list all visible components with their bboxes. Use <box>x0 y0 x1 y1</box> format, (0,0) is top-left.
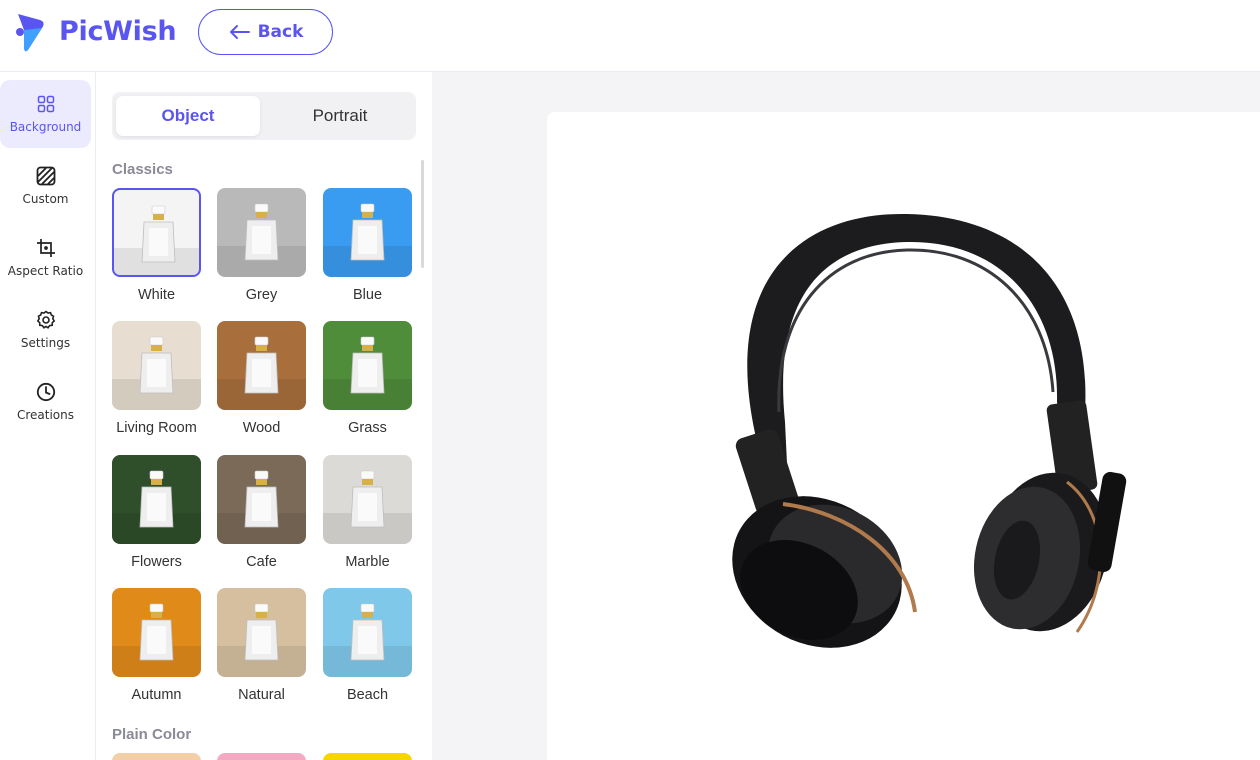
section-title-classics: Classics <box>112 161 173 178</box>
canvas-area <box>432 72 1260 760</box>
arrow-left-icon <box>229 25 250 39</box>
background-thumbnail <box>217 588 306 677</box>
background-tile-autumn[interactable]: Autumn <box>112 588 201 703</box>
back-button-label: Back <box>257 22 304 42</box>
picwish-logo-icon <box>14 10 48 52</box>
background-tile-beach[interactable]: Beach <box>323 588 412 703</box>
background-tile-label: Flowers <box>131 554 182 570</box>
background-tile-wood[interactable]: Wood <box>217 321 306 436</box>
background-tile-label: Cafe <box>246 554 277 570</box>
background-tile-marble[interactable]: Marble <box>323 455 412 570</box>
background-thumbnail <box>323 455 412 544</box>
background-tile-label: Grass <box>348 420 387 436</box>
background-thumbnail <box>112 321 201 410</box>
background-tile-label: Beach <box>346 687 389 703</box>
sidebar-item-aspect-ratio[interactable]: Aspect Ratio <box>0 224 91 292</box>
plain-color-swatch[interactable] <box>217 753 306 760</box>
side-navigation: Background Custom Aspect Ratio Settings <box>0 72 96 760</box>
background-tile-flowers[interactable]: Flowers <box>112 455 201 570</box>
tab-object[interactable]: Object <box>116 96 260 136</box>
background-thumbnail <box>217 321 306 410</box>
top-bar: PicWish Back <box>0 0 1260 72</box>
object-portrait-toggle: Object Portrait <box>112 92 416 140</box>
clock-icon <box>36 382 56 402</box>
background-tile-label: Marble <box>345 554 390 570</box>
background-thumbnail <box>323 588 412 677</box>
app-logo[interactable]: PicWish <box>14 10 177 52</box>
sidebar-item-custom[interactable]: Custom <box>0 152 91 220</box>
background-tile-label: Autumn <box>131 687 182 703</box>
background-panel: Object Portrait Classics White Grey Blue Li… <box>96 72 432 760</box>
plain-color-swatch[interactable] <box>323 753 412 760</box>
plain-color-swatch[interactable] <box>112 753 201 760</box>
panel-scrollbar[interactable] <box>421 160 424 268</box>
background-thumbnail <box>217 188 306 277</box>
background-thumbnail <box>217 455 306 544</box>
background-tile-label: Blue <box>352 287 383 303</box>
sidebar-item-label: Creations <box>16 408 75 422</box>
tab-portrait[interactable]: Portrait <box>268 96 412 136</box>
sidebar-item-creations[interactable]: Creations <box>0 368 91 436</box>
background-tile-grass[interactable]: Grass <box>323 321 412 436</box>
background-thumbnail <box>323 188 412 277</box>
background-tile-label: Grey <box>245 287 278 303</box>
section-title-plain-color: Plain Color <box>112 726 192 743</box>
sidebar-item-background[interactable]: Background <box>0 80 91 148</box>
stripes-icon <box>36 166 56 186</box>
background-thumbnail <box>112 188 201 277</box>
background-tile-label: Wood <box>242 420 281 436</box>
background-tile-living-room[interactable]: Living Room <box>112 321 201 436</box>
preview-canvas[interactable] <box>547 112 1260 760</box>
background-thumbnail <box>323 321 412 410</box>
background-tile-white[interactable]: White <box>112 188 201 303</box>
background-thumbnail <box>112 588 201 677</box>
headphones-product-image <box>732 213 1127 648</box>
background-tile-label: Living Room <box>116 420 197 436</box>
sidebar-item-label: Custom <box>22 192 69 206</box>
app-name: PicWish <box>59 15 177 47</box>
sidebar-item-settings[interactable]: Settings <box>0 296 91 364</box>
sidebar-item-label: Background <box>9 120 82 134</box>
back-button[interactable]: Back <box>198 9 333 55</box>
background-tile-blue[interactable]: Blue <box>323 188 412 303</box>
background-tile-grey[interactable]: Grey <box>217 188 306 303</box>
crop-icon <box>36 238 56 258</box>
sidebar-item-label: Aspect Ratio <box>7 264 84 278</box>
background-tile-label: Natural <box>238 687 285 703</box>
grid-icon <box>36 94 56 114</box>
background-tile-label: White <box>137 287 176 303</box>
background-tile-cafe[interactable]: Cafe <box>217 455 306 570</box>
sidebar-item-label: Settings <box>20 336 71 350</box>
background-thumbnail <box>112 455 201 544</box>
background-tile-natural[interactable]: Natural <box>217 588 306 703</box>
gear-icon <box>36 310 56 330</box>
